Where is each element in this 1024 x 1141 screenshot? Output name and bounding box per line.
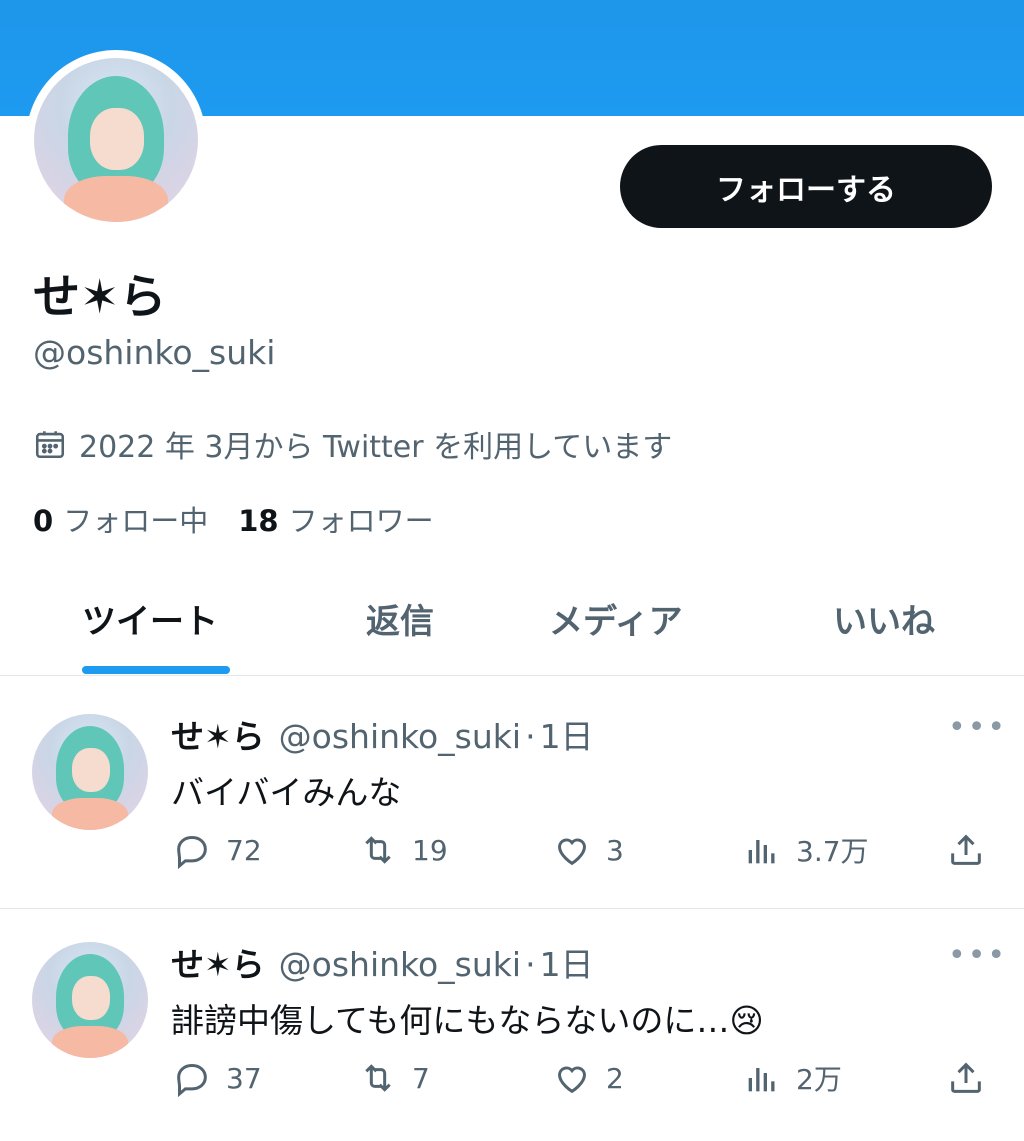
tweet-author-handle[interactable]: @oshinko_suki [279,945,521,984]
views-button[interactable]: 2万 [742,1058,842,1098]
followers-count: 18 [238,504,279,538]
heart-icon [557,1066,587,1094]
tab-tweets[interactable]: ツイート [82,594,218,643]
reply-icon [177,835,207,870]
like-button[interactable]: 2 [552,1058,624,1098]
reply-count: 72 [226,833,262,867]
retweet-count: 19 [412,833,448,867]
more-icon[interactable]: ••• [948,710,1007,745]
active-tab-indicator [82,666,230,674]
reply-icon [177,1063,207,1098]
share-button[interactable] [946,1058,986,1098]
retweet-icon [365,836,391,864]
separator-dot: · [525,945,536,984]
retweet-count: 7 [412,1061,430,1095]
tweet-actions: 37 7 2 2万 [0,1058,1024,1108]
retweet-button[interactable]: 7 [358,1058,430,1098]
follow-button[interactable]: フォローする [620,145,992,228]
reply-count: 37 [226,1061,262,1095]
views-icon [748,1068,775,1092]
tweet-author-handle[interactable]: @oshinko_suki [279,717,521,756]
heart-icon [557,838,587,866]
joined-text: 2022 年 3月から Twitter を利用しています [79,430,673,465]
tweet-actions: 72 19 3 3.7万 [0,830,1024,880]
tab-likes[interactable]: いいね [833,594,935,643]
tweet-header: せ✶ら @oshinko_suki · 1日 [171,710,594,758]
calendar-icon [35,431,65,459]
tweet-author-name[interactable]: せ✶ら [171,710,265,758]
tweet-text: バイバイみんな [171,773,402,812]
like-button[interactable]: 3 [552,830,624,870]
joined-date: 2022 年 3月から Twitter を利用しています [33,422,672,466]
tweet-text: 誹謗中傷しても何にもならないのに…😢 [171,1001,764,1040]
share-button[interactable] [946,830,986,870]
follow-counts: 0 フォロー中 18 フォロワー [33,498,434,540]
retweet-button[interactable]: 19 [358,830,448,870]
like-count: 2 [606,1061,624,1095]
reply-button[interactable]: 37 [172,1058,262,1098]
views-icon [748,840,775,864]
views-count: 3.7万 [796,835,869,868]
following-link[interactable]: 0 フォロー中 [33,498,208,540]
retweet-icon [365,1064,391,1092]
profile-name: せ✶ら [33,270,167,325]
avatar-image [34,58,198,222]
views-button[interactable]: 3.7万 [742,830,869,870]
profile-handle: @oshinko_suki [33,333,276,372]
following-count: 0 [33,504,54,538]
profile-avatar[interactable] [26,50,206,230]
profile-tabs: ツイート 返信 メディア いいね [0,580,1024,676]
share-icon [951,834,981,865]
tweet-time[interactable]: 1日 [540,710,594,758]
tab-replies[interactable]: 返信 [366,594,434,643]
tab-media[interactable]: メディア [549,594,683,643]
tweet-avatar[interactable] [32,714,148,830]
tweet-avatar[interactable] [32,942,148,1058]
share-icon [951,1062,981,1093]
separator-dot: · [525,717,536,756]
reply-button[interactable]: 72 [172,830,262,870]
followers-link[interactable]: 18 フォロワー [238,498,433,540]
views-count: 2万 [796,1063,842,1096]
tweet-author-name[interactable]: せ✶ら [171,938,265,986]
more-icon[interactable]: ••• [948,938,1007,973]
following-label: フォロー中 [63,504,209,538]
like-count: 3 [606,833,624,867]
followers-label: フォロワー [288,504,434,538]
tweet-time[interactable]: 1日 [540,938,594,986]
tweet-item[interactable]: せ✶ら @oshinko_suki · 1日 ••• 誹謗中傷しても何にもならな… [0,908,1024,1141]
tweet-item[interactable]: せ✶ら @oshinko_suki · 1日 ••• バイバイみんな 72 19… [0,680,1024,908]
tweet-header: せ✶ら @oshinko_suki · 1日 [171,938,594,986]
